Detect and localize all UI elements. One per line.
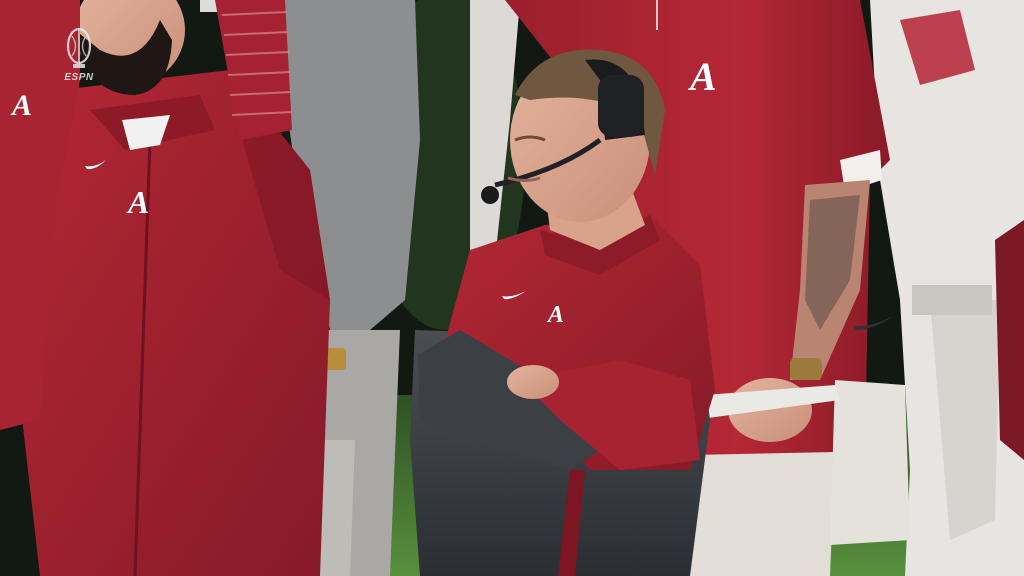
broadcast-bug: ESPN <box>58 26 100 86</box>
svg-text:A: A <box>546 302 564 328</box>
video-frame: A A A A ESPN <box>0 0 1024 576</box>
network-logo: ESPN <box>64 72 94 83</box>
svg-text:A: A <box>126 184 149 220</box>
playoff-trophy-icon <box>66 27 92 68</box>
svg-text:A: A <box>687 54 717 99</box>
svg-text:A: A <box>10 89 32 122</box>
sideline-scene: A A A A <box>0 0 1024 576</box>
